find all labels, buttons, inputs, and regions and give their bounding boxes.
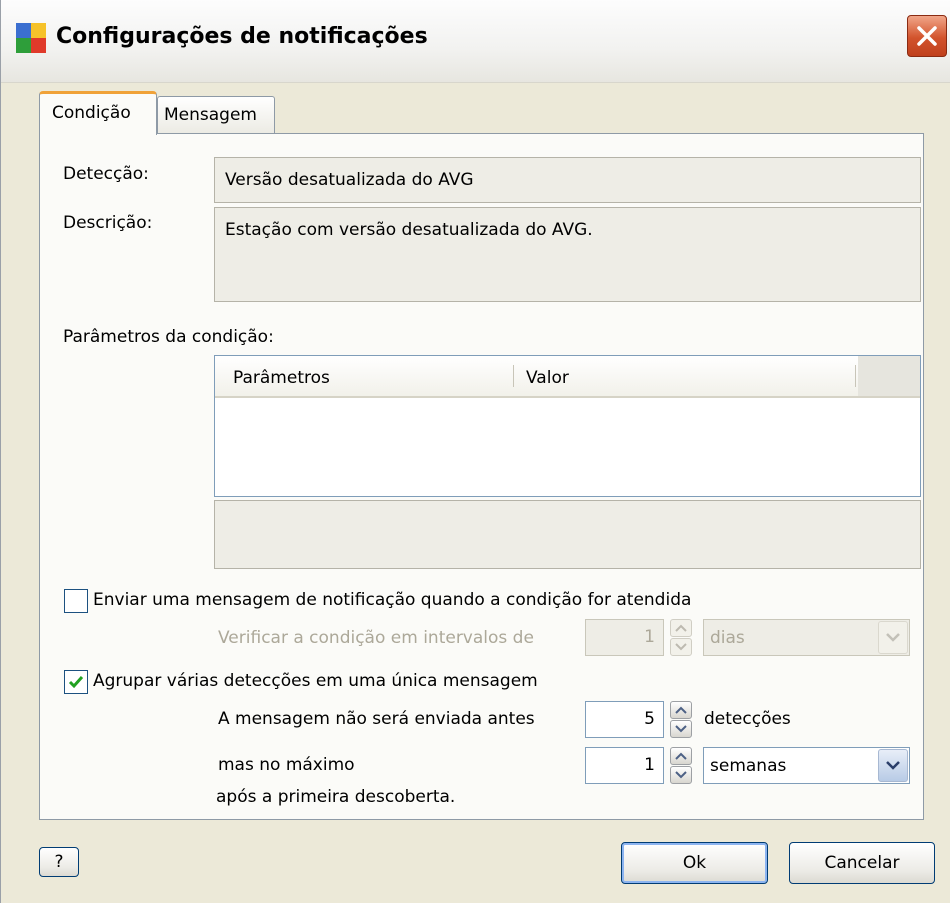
help-button-label: ? <box>54 852 64 872</box>
arrow-down-icon <box>675 725 687 733</box>
chevron-down-icon <box>886 633 900 642</box>
min-detections-spinner[interactable] <box>670 701 692 738</box>
interval-label: Verificar a condição em intervalos de <box>218 628 534 648</box>
max-time-unit-dropdown-button[interactable] <box>878 749 908 782</box>
min-detections-spin-up[interactable] <box>670 701 692 719</box>
min-detections-value: 5 <box>644 709 655 729</box>
params-table[interactable]: Parâmetros Valor <box>214 355 921 497</box>
description-value: Estação com versão desatualizada do AVG. <box>225 220 593 240</box>
help-button[interactable]: ? <box>39 847 79 877</box>
detection-label: Detecção: <box>63 164 149 184</box>
description-field: Estação com versão desatualizada do AVG. <box>214 207 921 302</box>
column-header-parametros[interactable]: Parâmetros <box>233 368 330 388</box>
max-time-value: 1 <box>644 755 655 775</box>
min-detections-label: A mensagem não será enviada antes <box>218 709 535 729</box>
tab-mensagem-label: Mensagem <box>164 105 257 125</box>
interval-spin-down[interactable] <box>670 638 692 656</box>
interval-spin-up[interactable] <box>670 619 692 637</box>
max-time-spinner[interactable] <box>670 747 692 784</box>
detection-value: Versão desatualizada do AVG <box>225 170 474 190</box>
table-header: Parâmetros Valor <box>215 356 920 398</box>
min-detections-unit: detecções <box>704 709 791 729</box>
window-title: Configurações de notificações <box>56 24 428 49</box>
tab-mensagem[interactable]: Mensagem <box>157 96 275 133</box>
interval-input[interactable]: 1 <box>585 619 664 656</box>
dialog-window: Configurações de notificações Condição M… <box>0 0 950 903</box>
interval-unit-value: dias <box>710 628 745 648</box>
send-notification-label: Enviar uma mensagem de notificação quand… <box>93 590 692 610</box>
arrow-up-icon <box>675 706 687 714</box>
group-detections-checkbox[interactable] <box>64 670 88 694</box>
interval-unit-select[interactable]: dias <box>703 619 910 656</box>
max-time-input[interactable]: 1 <box>585 747 664 784</box>
interval-unit-dropdown-button[interactable] <box>878 621 908 654</box>
cancel-button[interactable]: Cancelar <box>789 842 935 884</box>
column-divider[interactable] <box>855 365 856 387</box>
max-time-label: mas no máximo <box>218 755 355 775</box>
ok-button-label: Ok <box>682 853 707 873</box>
param-description-box <box>214 500 921 569</box>
column-divider[interactable] <box>513 365 514 387</box>
title-bar[interactable]: Configurações de notificações <box>1 0 950 83</box>
close-icon <box>917 26 937 46</box>
min-detections-spin-down[interactable] <box>670 720 692 738</box>
arrow-up-icon <box>675 624 687 632</box>
min-detections-input[interactable]: 5 <box>585 701 664 738</box>
close-button[interactable] <box>907 15 947 57</box>
arrow-down-icon <box>675 771 687 779</box>
max-time-unit-value: semanas <box>710 756 787 776</box>
params-label: Parâmetros da condição: <box>63 327 274 347</box>
cancel-button-label: Cancelar <box>824 853 900 873</box>
max-time-unit-select[interactable]: semanas <box>703 747 910 784</box>
ok-button[interactable]: Ok <box>621 842 768 884</box>
tab-condicao[interactable]: Condição <box>39 91 157 135</box>
max-time-spin-down[interactable] <box>670 766 692 784</box>
send-notification-checkbox[interactable] <box>64 589 88 613</box>
column-header-valor[interactable]: Valor <box>526 368 569 388</box>
checkmark-icon <box>68 676 84 689</box>
after-first-detection-label: após a primeira descoberta. <box>216 787 456 807</box>
chevron-down-icon <box>886 761 900 770</box>
tab-condicao-label: Condição <box>52 103 131 123</box>
max-time-spin-up[interactable] <box>670 747 692 765</box>
interval-spinner[interactable] <box>670 619 692 656</box>
description-label: Descrição: <box>63 213 153 233</box>
detection-field: Versão desatualizada do AVG <box>214 157 921 203</box>
avg-app-icon <box>14 21 48 55</box>
arrow-up-icon <box>675 752 687 760</box>
group-detections-label: Agrupar várias detecções em uma única me… <box>93 671 538 691</box>
arrow-down-icon <box>675 643 687 651</box>
header-filler <box>858 356 920 396</box>
interval-value: 1 <box>644 627 655 647</box>
